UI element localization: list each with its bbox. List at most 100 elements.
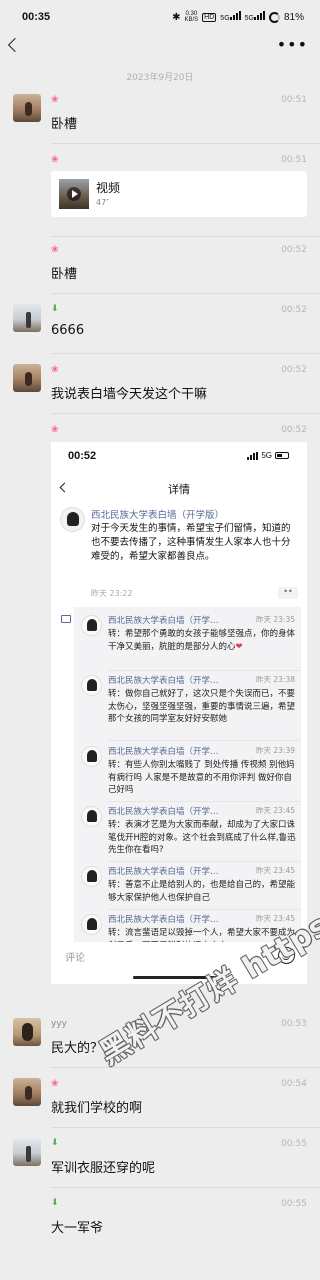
comment-time: 昨天 23:39 bbox=[256, 746, 295, 755]
comment-text: 转：做你自己就好了，这次只是个失误而已，不要太伤心，坚强坚强坚强，重要的事情说三… bbox=[108, 689, 296, 724]
divider bbox=[51, 1187, 320, 1188]
video-title: 视频 bbox=[96, 181, 121, 195]
divider bbox=[51, 1067, 320, 1068]
network-speed: 0.30 KB/S bbox=[184, 11, 199, 23]
post-time: 昨天 23:22 bbox=[91, 589, 133, 598]
flower-icon: ❀ bbox=[51, 1079, 59, 1089]
heart-icon: ❤ bbox=[235, 641, 243, 652]
battery-icon bbox=[275, 452, 289, 459]
comment-author: 西北民族大学表白墙（开学… bbox=[108, 807, 219, 817]
comment-author: 西北民族大学表白墙（开学… bbox=[108, 747, 219, 757]
comment-author: 西北民族大学表白墙（开学… bbox=[108, 676, 219, 686]
avatar[interactable] bbox=[13, 94, 41, 122]
divider bbox=[108, 801, 301, 802]
bluetooth-icon: ✱ bbox=[172, 11, 181, 23]
comment-text: 转：有些人你别太嘴贱了 到处传播 传视频 别他妈有病行吗 人家是不是故意的不用你… bbox=[108, 760, 295, 795]
divider bbox=[108, 909, 301, 910]
message-text[interactable]: 军训衣服还穿的呢 bbox=[51, 1157, 155, 1176]
flower-icon: ❀ bbox=[51, 95, 59, 105]
leaf-icon: ⬇ bbox=[51, 304, 59, 314]
screenshot-time: 00:52 bbox=[68, 450, 97, 462]
screenshot-status-bar: 00:52 5G bbox=[51, 442, 307, 472]
comment-text: 转：善意不止是给别人的，也是给自己的，希望能够大家保护他人也保护自己 bbox=[108, 880, 296, 903]
leaf-icon: ⬇ bbox=[51, 1138, 59, 1148]
comment-avatar bbox=[81, 866, 102, 887]
post-body: 对于今天发生的事情，希望宝子们留情，知道的也不要去传播了，这种事情发生人家本人也… bbox=[91, 523, 291, 562]
signal-icon-1: 5G bbox=[220, 11, 241, 23]
video-thumbnail bbox=[59, 179, 89, 209]
comment-item: 西北民族大学表白墙（开学… 昨天 23:39 转：有些人你别太嘴贱了 到处传播 … bbox=[74, 743, 301, 802]
message-item: ⬇ 00:52 6666 bbox=[0, 302, 320, 354]
flower-icon: ❀ bbox=[51, 365, 59, 375]
comment-text: 转：表演才艺是为大家而奉献，却成为了大家口诛笔伐开H腔的对象。这个社会到底成了什… bbox=[108, 820, 296, 855]
video-card[interactable]: 视频 47″ bbox=[51, 171, 307, 217]
status-icons: ✱ 0.30 KB/S HD 5G 5G 81% bbox=[172, 11, 304, 23]
flower-icon: ❀ bbox=[51, 425, 59, 435]
message-time: 00:51 bbox=[281, 95, 307, 105]
message-time: 00:51 bbox=[281, 155, 307, 165]
comment-time: 昨天 23:45 bbox=[256, 866, 295, 875]
avatar[interactable] bbox=[13, 364, 41, 392]
comment-avatar bbox=[81, 675, 102, 696]
nickname: yyy bbox=[51, 1019, 67, 1029]
video-duration: 47″ bbox=[96, 198, 110, 207]
flower-icon: ❀ bbox=[51, 245, 59, 255]
divider bbox=[108, 740, 301, 741]
divider bbox=[51, 353, 320, 354]
signal-icon bbox=[247, 451, 259, 460]
message-time: 00:52 bbox=[281, 365, 307, 375]
message-item: ❀ 00:54 就我们学校的啊 bbox=[0, 1076, 320, 1128]
comment-avatar bbox=[81, 746, 102, 767]
divider bbox=[108, 670, 301, 671]
message-item: ❀ 00:52 bbox=[0, 422, 320, 440]
message-item: ❀ 00:52 卧槽 bbox=[0, 242, 320, 294]
message-text[interactable]: 就我们学校的啊 bbox=[51, 1097, 142, 1116]
shared-screenshot-image[interactable]: 00:52 5G 详情 西北民族大学表白墙（开学版） 对于今天发生的事情，希望宝… bbox=[51, 442, 307, 984]
comment-avatar bbox=[81, 806, 102, 827]
message-item: ⬇ 00:55 军训衣服还穿的呢 bbox=[0, 1136, 320, 1188]
avatar[interactable] bbox=[13, 304, 41, 332]
more-icon[interactable]: ••• bbox=[277, 37, 308, 53]
divider bbox=[51, 1127, 320, 1128]
comment-icon bbox=[61, 615, 71, 623]
play-icon bbox=[67, 187, 81, 201]
screenshot-title: 详情 bbox=[168, 483, 190, 496]
message-time: 00:55 bbox=[281, 1199, 307, 1209]
network-label: 5G bbox=[261, 451, 272, 460]
flower-icon: ❀ bbox=[51, 155, 59, 165]
nav-bar: ••• bbox=[0, 36, 320, 60]
comment-item: 西北民族大学表白墙（开学… 昨天 23:45 转：善意不止是给别人的，也是给自己… bbox=[74, 863, 301, 910]
comment-avatar bbox=[81, 615, 102, 636]
avatar[interactable] bbox=[13, 1078, 41, 1106]
message-text[interactable]: 6666 bbox=[51, 323, 84, 338]
divider bbox=[51, 143, 320, 144]
post-author: 西北民族大学表白墙（开学版） bbox=[91, 510, 225, 521]
message-time: 00:52 bbox=[281, 245, 307, 255]
comment-author: 西北民族大学表白墙（开学… bbox=[108, 867, 219, 877]
divider bbox=[108, 861, 301, 862]
message-time: 00:54 bbox=[281, 1079, 307, 1089]
screenshot-status-icons: 5G bbox=[247, 451, 289, 460]
avatar[interactable] bbox=[13, 1018, 41, 1046]
message-text[interactable]: 大一军爷 bbox=[51, 1217, 103, 1236]
comment-time: 昨天 23:45 bbox=[256, 806, 295, 815]
date-divider: 2023年9月20日 bbox=[126, 73, 194, 83]
leaf-icon: ⬇ bbox=[51, 1198, 59, 1208]
comment-author: 西北民族大学表白墙（开学… bbox=[108, 915, 219, 925]
post-avatar bbox=[60, 507, 85, 532]
screenshot-nav: 详情 bbox=[51, 472, 307, 502]
status-time: 00:35 bbox=[22, 11, 51, 23]
comment-time: 昨天 23:35 bbox=[256, 615, 295, 624]
message-text[interactable]: 卧槽 bbox=[51, 113, 77, 132]
hd-icon: HD bbox=[202, 12, 217, 22]
avatar[interactable] bbox=[13, 1138, 41, 1166]
message-time: 00:52 bbox=[281, 425, 307, 435]
divider bbox=[51, 413, 320, 414]
back-icon[interactable] bbox=[7, 37, 23, 53]
message-text[interactable]: 我说表白墙今天发这个干嘛 bbox=[51, 383, 207, 402]
signal-icon-2: 5G bbox=[245, 11, 265, 23]
comment-item: 西北民族大学表白墙（开学… 昨天 23:35 转：希望那个勇敢的女孩子能够坚强点… bbox=[74, 612, 301, 671]
comment-item: 西北民族大学表白墙（开学… 昨天 23:45 转：表演才艺是为大家而奉献，却成为… bbox=[74, 803, 301, 862]
comment-time: 昨天 23:38 bbox=[256, 675, 295, 684]
message-text[interactable]: 卧槽 bbox=[51, 263, 77, 282]
